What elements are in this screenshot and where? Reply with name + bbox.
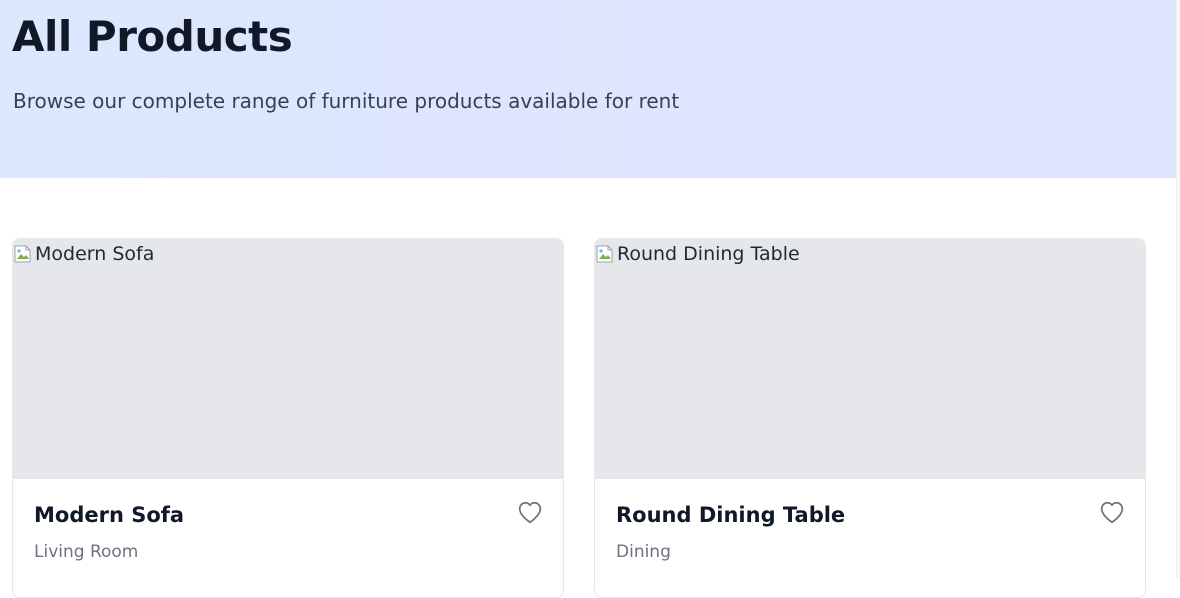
product-name[interactable]: Modern Sofa	[34, 503, 184, 528]
broken-image-placeholder: Modern Sofa	[13, 244, 154, 265]
product-category: Living Room	[34, 542, 139, 562]
page-scrollbar-track	[1176, 0, 1180, 578]
broken-image-icon	[13, 245, 33, 263]
product-category: Dining	[616, 542, 671, 562]
page-header: All Products Browse our complete range o…	[0, 0, 1176, 178]
product-card[interactable]: Modern Sofa Modern Sofa Living Room	[12, 238, 564, 598]
favorite-button[interactable]	[1099, 499, 1125, 525]
broken-image-placeholder: Round Dining Table	[595, 244, 800, 265]
product-name[interactable]: Round Dining Table	[616, 503, 845, 528]
product-card[interactable]: Round Dining Table Round Dining Table Di…	[594, 238, 1146, 598]
favorite-button[interactable]	[517, 499, 543, 525]
heart-outline-icon	[1100, 501, 1124, 524]
image-alt-text: Modern Sofa	[35, 243, 155, 265]
broken-image-icon	[595, 245, 615, 263]
heart-outline-icon	[518, 501, 542, 524]
product-image[interactable]: Modern Sofa	[13, 239, 563, 479]
product-image[interactable]: Round Dining Table	[595, 239, 1145, 479]
page-title: All Products	[12, 12, 293, 61]
image-alt-text: Round Dining Table	[617, 243, 800, 265]
page-subtitle: Browse our complete range of furniture p…	[13, 89, 680, 113]
